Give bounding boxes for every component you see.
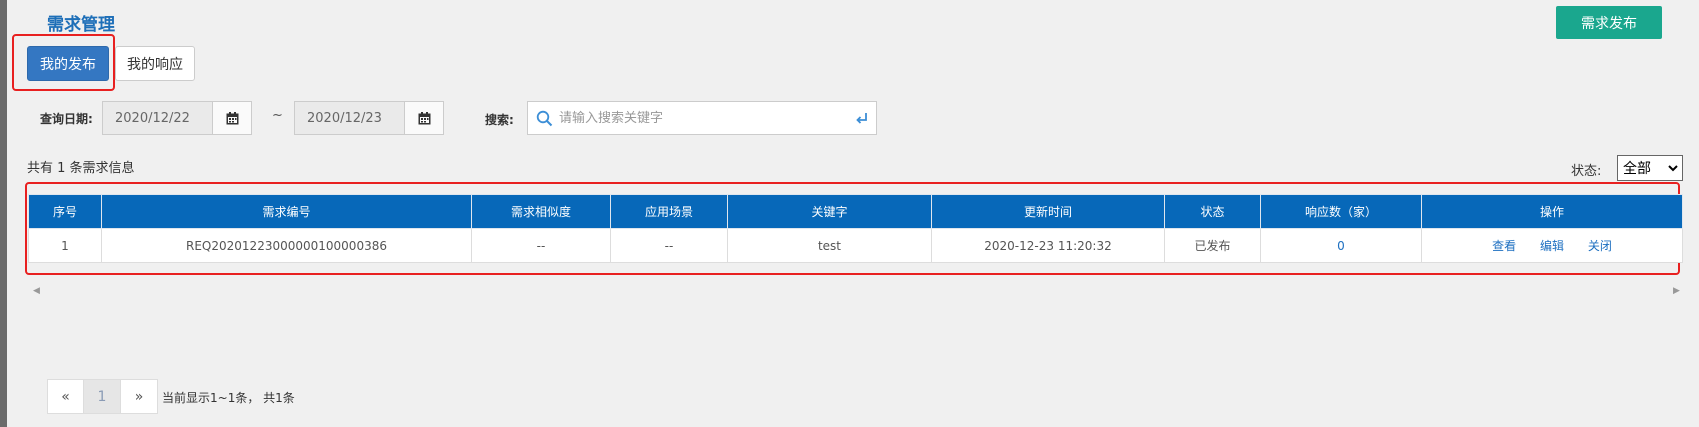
table-row: 1 REQ20201223000000100000386 -- -- test …: [28, 228, 1683, 263]
tab-my-published[interactable]: 我的发布: [27, 46, 109, 81]
responses-link[interactable]: 0: [1337, 239, 1345, 253]
status-select[interactable]: 全部: [1617, 155, 1683, 181]
left-edge-bar: [0, 0, 7, 427]
cell-req-no: REQ20201223000000100000386: [101, 228, 472, 263]
view-link[interactable]: 查看: [1492, 239, 1516, 253]
result-count: 共有 1 条需求信息: [27, 161, 135, 176]
date-separator: ~: [272, 108, 283, 123]
col-header-similarity: 需求相似度: [471, 194, 611, 229]
col-header-index: 序号: [28, 194, 102, 229]
demand-table: 序号 需求编号 需求相似度 应用场景 关键字 更新时间 状态 响应数（家） 操作…: [28, 194, 1683, 263]
search-box[interactable]: [527, 101, 877, 135]
calendar-icon[interactable]: [404, 102, 443, 134]
col-header-responses: 响应数（家）: [1260, 194, 1422, 229]
chevron-down-icon: [1668, 164, 1678, 172]
col-header-keyword: 关键字: [727, 194, 932, 229]
status-selected-value: 全部: [1623, 161, 1651, 177]
cell-responses[interactable]: 0: [1260, 228, 1422, 263]
search-icon: [528, 110, 555, 127]
tab-my-responses[interactable]: 我的响应: [115, 46, 195, 81]
date-label: 查询日期:: [40, 112, 93, 126]
publish-demand-button[interactable]: 需求发布: [1556, 6, 1662, 39]
scroll-right-arrow-icon[interactable]: ▶: [1673, 286, 1680, 296]
col-header-req-no: 需求编号: [101, 194, 472, 229]
search-label: 搜索:: [485, 113, 514, 127]
cell-updated: 2020-12-23 11:20:32: [931, 228, 1165, 263]
date-to-value[interactable]: 2020/12/23: [295, 102, 404, 134]
next-page-button[interactable]: »: [121, 379, 158, 414]
col-header-scenario: 应用场景: [610, 194, 728, 229]
table-header-row: 序号 需求编号 需求相似度 应用场景 关键字 更新时间 状态 响应数（家） 操作: [28, 194, 1683, 229]
calendar-icon[interactable]: [212, 102, 251, 134]
cell-similarity: --: [471, 228, 611, 263]
cell-keyword: test: [727, 228, 932, 263]
col-header-actions: 操作: [1421, 194, 1683, 229]
col-header-status: 状态: [1164, 194, 1261, 229]
cell-actions: 查看 编辑 关闭: [1421, 228, 1683, 263]
close-link[interactable]: 关闭: [1588, 239, 1612, 253]
search-input[interactable]: [555, 103, 851, 133]
edit-link[interactable]: 编辑: [1540, 239, 1564, 253]
cell-index: 1: [28, 228, 102, 263]
pagination-info: 当前显示1~1条， 共1条: [162, 391, 295, 405]
enter-icon[interactable]: [851, 112, 876, 124]
date-to-field[interactable]: 2020/12/23: [294, 101, 444, 135]
page-title: 需求管理: [47, 15, 115, 35]
page-number-current[interactable]: 1: [84, 379, 121, 414]
scroll-left-arrow-icon[interactable]: ◀: [33, 286, 40, 296]
date-from-value[interactable]: 2020/12/22: [103, 102, 212, 134]
status-label: 状态:: [1571, 164, 1602, 179]
date-from-field[interactable]: 2020/12/22: [102, 101, 252, 135]
cell-scenario: --: [610, 228, 728, 263]
col-header-updated: 更新时间: [931, 194, 1165, 229]
pagination: « 1 »: [47, 379, 158, 414]
prev-page-button[interactable]: «: [47, 379, 84, 414]
cell-status: 已发布: [1164, 228, 1261, 263]
